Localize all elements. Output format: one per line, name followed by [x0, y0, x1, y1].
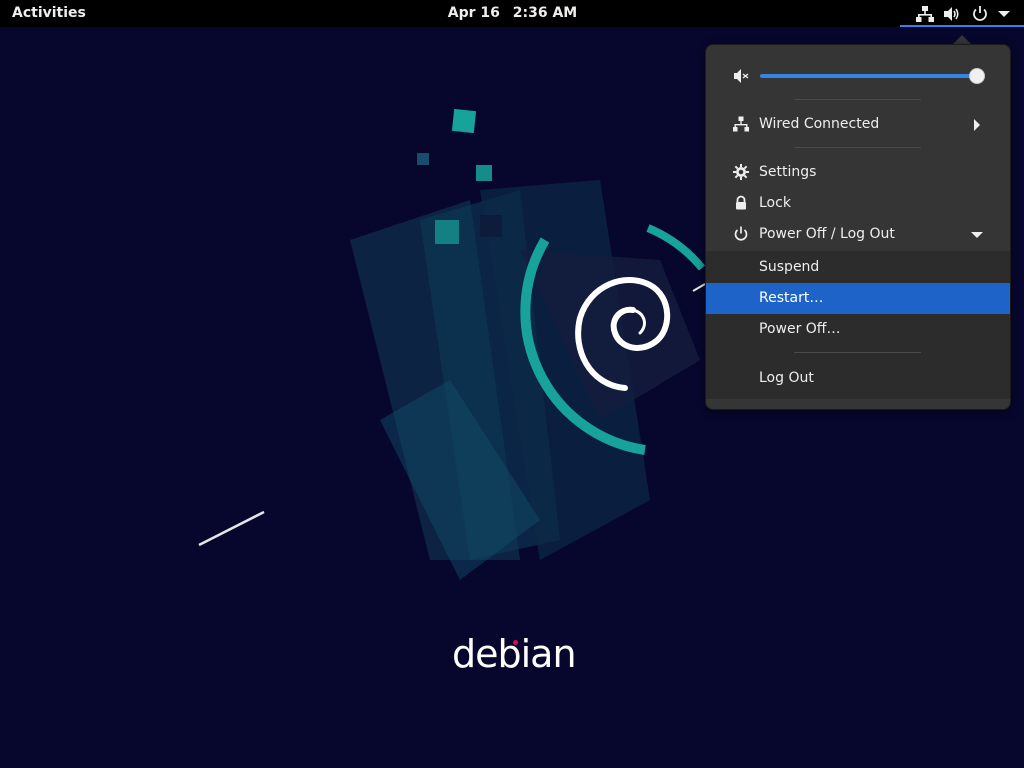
volume-icon — [944, 7, 959, 21]
log-out-label: Log Out — [759, 370, 814, 386]
debian-wordmark: debian — [452, 632, 577, 676]
power-off-label: Power Off… — [759, 321, 841, 337]
lock-icon — [736, 195, 746, 210]
lock-item[interactable]: Lock — [706, 188, 1010, 219]
volume-muted-icon — [734, 69, 749, 83]
settings-label: Settings — [759, 164, 817, 180]
settings-item[interactable]: Settings — [706, 157, 1010, 188]
log-out-item[interactable]: Log Out — [706, 363, 1010, 394]
clock-button[interactable]: Apr 16 2:36 AM — [440, 0, 585, 27]
system-status-area[interactable] — [900, 0, 1024, 27]
power-submenu: Suspend Restart… Power Off… Log Out — [706, 251, 1010, 399]
chevron-down-icon — [998, 11, 1010, 17]
chevron-right-icon — [974, 119, 980, 131]
power-off-item[interactable]: Power Off… — [706, 314, 1010, 345]
volume-slider-fill — [760, 74, 977, 78]
lock-label: Lock — [759, 195, 791, 211]
debian-wordmark-dot — [513, 640, 518, 645]
activities-button[interactable]: Activities — [0, 0, 98, 27]
top-bar: Activities Apr 16 2:36 AM — [0, 0, 1024, 27]
restart-label: Restart… — [759, 290, 824, 306]
restart-item[interactable]: Restart… — [706, 283, 1010, 314]
power-off-logout-label: Power Off / Log Out — [759, 226, 895, 242]
status-area-active-indicator — [900, 25, 1024, 27]
gear-icon — [733, 164, 749, 180]
network-wired-icon — [916, 6, 934, 22]
clock-time: 2:36 AM — [512, 5, 578, 21]
volume-row — [706, 61, 1010, 91]
network-wired-icon — [733, 116, 749, 132]
volume-slider-knob[interactable] — [969, 68, 985, 84]
clock-date: Apr 16 — [447, 5, 500, 21]
power-icon — [734, 226, 748, 241]
suspend-item[interactable]: Suspend — [706, 252, 1010, 283]
volume-slider[interactable] — [760, 68, 985, 84]
menu-separator — [794, 99, 921, 100]
menu-separator — [794, 352, 921, 353]
suspend-label: Suspend — [759, 259, 820, 275]
chevron-down-icon — [971, 232, 983, 238]
system-menu: Wired Connected Settings Lock Power Off … — [705, 44, 1011, 410]
network-wired-label: Wired Connected — [759, 116, 880, 132]
power-icon — [973, 6, 987, 21]
network-wired-item[interactable]: Wired Connected — [706, 109, 1010, 140]
power-off-logout-item[interactable]: Power Off / Log Out — [706, 219, 1010, 250]
menu-separator — [794, 147, 921, 148]
